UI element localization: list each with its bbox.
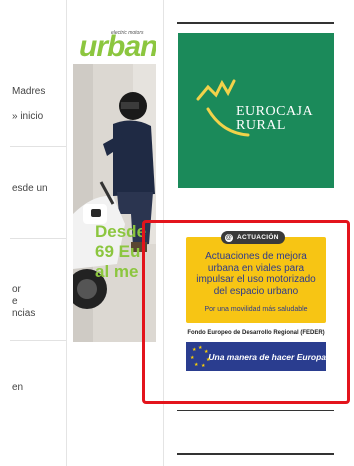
info-icon: @ (225, 233, 233, 242)
section-rule (177, 453, 334, 455)
actuacion-subline: Por una movilidad más saludable (204, 306, 308, 313)
promo-line-3: al me (95, 262, 139, 281)
left-item-1-line2[interactable]: » inicio (12, 111, 43, 122)
promo-line-2: 69 Eu (95, 242, 141, 261)
left-item-1-line1[interactable]: Madres (12, 86, 45, 97)
left-item-3-line1[interactable]: or (12, 284, 21, 295)
left-item-3-line3[interactable]: ncias (12, 308, 35, 319)
feder-label: Fondo Europeo de Desarrollo Regional (FE… (187, 330, 325, 336)
eurocaja-line-2: RURAL (236, 118, 286, 133)
actuacion-headline-line-4: del espacio urbano (213, 285, 299, 297)
left-divider (10, 238, 66, 239)
actuacion-headline-line-2: urbana en viales para (207, 262, 305, 274)
promo-line-1: Desde (95, 222, 147, 241)
eurocaja-rural-ad[interactable]: EUROCAJA RURAL (178, 33, 334, 188)
eu-slogan-bar[interactable]: ★ ★ ★ ★ ★ ★ ★ Una manera de hacer Europa (186, 342, 326, 371)
left-item-3-line2[interactable]: e (12, 296, 18, 307)
eurocaja-logo-text: EUROCAJA RURAL (236, 105, 313, 133)
section-rule (177, 410, 334, 411)
actuacion-headline-line-1: Actuaciones de mejora (205, 251, 307, 262)
left-divider (10, 340, 66, 341)
left-article-list: Madres » inicio esde un or e ncias en (0, 0, 66, 466)
eurocaja-line-1: EUROCAJA (236, 104, 314, 119)
left-divider (10, 146, 66, 147)
eu-stars-icon: ★ ★ ★ ★ ★ ★ ★ (190, 345, 211, 369)
urban-tagline: electric motors (111, 30, 144, 36)
section-rule (177, 22, 334, 24)
actuacion-headline: Actuaciones de mejora urbana en viales p… (190, 251, 322, 297)
left-item-2[interactable]: esde un (12, 183, 48, 194)
eu-slogan-text: Una manera de hacer Europa (208, 351, 326, 362)
urban-logo: urban (79, 30, 156, 63)
left-item-4[interactable]: en (12, 382, 23, 393)
actuacion-headline-line-3: impulsar el uso motorizado (196, 274, 316, 285)
actuacion-badge-label: ACTUACIÓN (237, 234, 279, 241)
column-divider (66, 0, 67, 466)
actuacion-ad[interactable]: @ ACTUACIÓN Actuaciones de mejora urbana… (186, 231, 326, 323)
actuacion-badge: @ ACTUACIÓN (221, 231, 285, 244)
